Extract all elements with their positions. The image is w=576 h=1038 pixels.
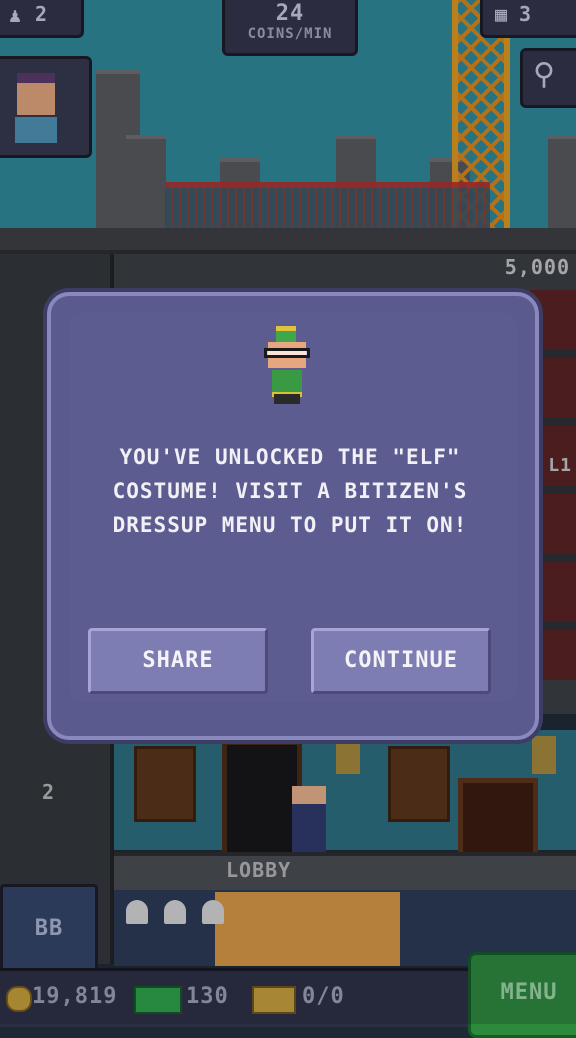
elf-avatar-icon bbox=[262, 326, 312, 404]
dialog-message: YOU'VE UNLOCKED THE "ELF" COSTUME! VISIT… bbox=[112, 445, 468, 537]
elf-glasses bbox=[264, 348, 310, 358]
continue-button[interactable]: CONTINUE bbox=[311, 628, 491, 694]
share-button[interactable]: SHARE bbox=[88, 628, 268, 694]
elf-legs bbox=[274, 394, 300, 404]
elf-body bbox=[272, 370, 302, 397]
